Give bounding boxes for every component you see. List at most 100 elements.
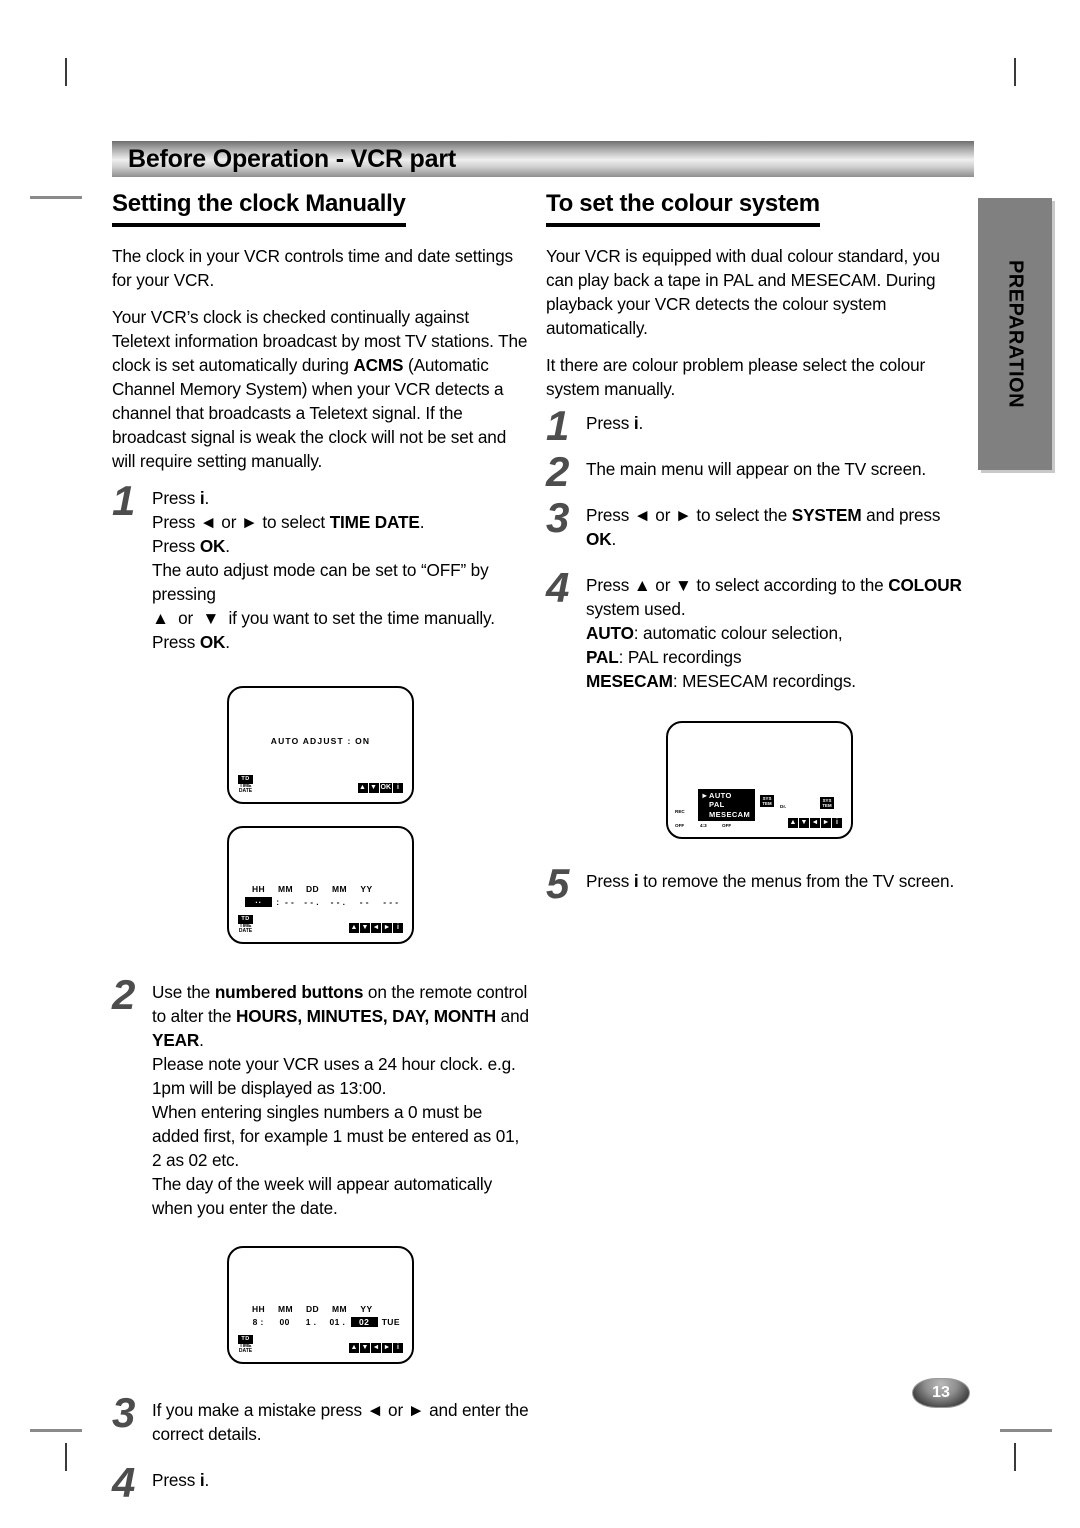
aspect-ratio-label: 4:3 bbox=[700, 823, 707, 828]
screen-time-date-filled: HH MM DD MM YY 8 : 00 1 . 01 . 02 TUE TD… bbox=[227, 1246, 414, 1364]
right-step-5-number: 5 bbox=[546, 860, 570, 907]
osd-key-hints: ▲ ▼ ◄ ► i bbox=[349, 1343, 403, 1353]
info-key-icon: i bbox=[832, 818, 842, 828]
left-step-4-number: 4 bbox=[112, 1459, 136, 1506]
down-arrow-icon: ▼ bbox=[799, 818, 809, 828]
off-label-1: OFF bbox=[675, 822, 685, 828]
up-arrow-icon: ▲ bbox=[349, 923, 359, 933]
value-day: - - - bbox=[383, 897, 399, 907]
right-step-3: 3 Press ◄ or ► to select the SYSTEM and … bbox=[546, 497, 966, 551]
osd-values: 8 : 00 1 . 01 . 02 TUE bbox=[245, 1317, 404, 1327]
left-paragraph-2: Your VCR’s clock is checked continually … bbox=[112, 307, 528, 471]
right-step-4-body: Press ▲ or ▼ to select according to the … bbox=[586, 575, 962, 691]
right-arrow-icon: ► bbox=[382, 1343, 392, 1353]
value-mm: 00 bbox=[279, 1317, 290, 1327]
rec-icon-label: REC bbox=[675, 808, 685, 814]
right-paragraph-2: It there are colour problem please selec… bbox=[546, 355, 926, 399]
osd-headers: HH MM DD MM YY bbox=[245, 1304, 404, 1314]
col-hh: HH bbox=[251, 1304, 266, 1314]
crop-mark-bottom-left bbox=[65, 1443, 67, 1471]
right-column: To set the colour system Your VCR is equ… bbox=[546, 190, 966, 905]
left-paragraph-1: The clock in your VCR controls time and … bbox=[112, 246, 513, 290]
left-arrow-icon: ◄ bbox=[371, 1343, 381, 1353]
left-step-3: 3 If you make a mistake press ◄ or ► and… bbox=[112, 1392, 530, 1446]
screen-colour-system: REC OFF 4:3 OFF ►AUTO PAL MESECAM SYS TEM… bbox=[666, 721, 853, 839]
left-step-1: 1 Press i. Press ◄ or ► to select TIME D… bbox=[112, 480, 530, 654]
selector-arrow-icon: ► bbox=[701, 790, 709, 800]
right-arrow-icon: ► bbox=[382, 923, 392, 933]
right-step-2-body: The main menu will appear on the TV scre… bbox=[586, 459, 927, 479]
osd-time-date-table-filled: HH MM DD MM YY 8 : 00 1 . 01 . 02 TUE bbox=[245, 1304, 404, 1327]
crop-rule-bottom-right bbox=[1000, 1429, 1052, 1432]
value-dd: 1 . bbox=[305, 1317, 317, 1327]
ok-key-icon: OK bbox=[379, 783, 392, 793]
value-hh: 8 : bbox=[252, 1317, 264, 1327]
col-yy: YY bbox=[360, 884, 373, 894]
menu-item-mesecam[interactable]: MESECAM bbox=[701, 810, 750, 820]
dr-icon-label: Dr. bbox=[780, 804, 787, 809]
time-date-badge-line2: DATE bbox=[238, 788, 253, 795]
crop-mark-bottom-right bbox=[1014, 1443, 1016, 1471]
screen-colour-system-wrap: REC OFF 4:3 OFF ►AUTO PAL MESECAM SYS TEM… bbox=[666, 721, 966, 845]
manual-page: Before Operation - VCR part PREPARATION … bbox=[0, 0, 1080, 1528]
col-dd: DD bbox=[305, 884, 320, 894]
side-tab-label: PREPARATION bbox=[1004, 259, 1027, 409]
crop-mark-top-left bbox=[65, 58, 67, 86]
left-step-2-body: Use the numbered buttons on the remote c… bbox=[152, 982, 529, 1218]
right-step-5-body: Press i to remove the menus from the TV … bbox=[586, 871, 955, 891]
menu-item-auto[interactable]: ►AUTO bbox=[701, 791, 750, 801]
left-step-3-number: 3 bbox=[112, 1389, 136, 1436]
left-step-4: 4 Press i. bbox=[112, 1462, 530, 1504]
osd-key-hints: ▲ ▼ ◄ ► i bbox=[349, 923, 403, 933]
value-day: TUE bbox=[381, 1317, 400, 1327]
down-arrow-icon: ▼ bbox=[368, 783, 379, 793]
value-yy-highlight: 02 bbox=[350, 1317, 378, 1327]
time-date-badge-icon: TD TIME DATE bbox=[238, 914, 253, 935]
side-tab-preparation: PREPARATION bbox=[978, 198, 1052, 470]
info-key-icon: i bbox=[393, 923, 403, 933]
left-step-2: 2 Use the numbered buttons on the remote… bbox=[112, 974, 530, 1220]
screen-time-date-empty: HH MM DD MM YY ·· : - - - - . - - . - - … bbox=[227, 826, 414, 944]
colour-system-menu: ►AUTO PAL MESECAM bbox=[698, 788, 756, 821]
right-step-2-number: 2 bbox=[546, 448, 570, 495]
term-acms: ACMS bbox=[353, 355, 404, 375]
osd-time-date-table-empty: HH MM DD MM YY ·· : - - - - . - - . - - … bbox=[245, 884, 404, 907]
value-mm: : - - bbox=[276, 897, 295, 907]
right-step-5: 5 Press i to remove the menus from the T… bbox=[546, 863, 966, 905]
time-date-badge-icon: TD TIME DATE bbox=[238, 1334, 253, 1355]
system-icon-1: SYS TEM bbox=[760, 795, 774, 807]
up-arrow-icon: ▲ bbox=[349, 1343, 359, 1353]
value-mm2: 01 . bbox=[329, 1317, 346, 1327]
up-arrow-icon: ▲ bbox=[788, 818, 798, 828]
left-step-2-note-1: Please note your VCR uses a 24 hour cloc… bbox=[152, 1054, 516, 1098]
right-step-4-number: 4 bbox=[546, 564, 570, 611]
left-step-4-body: Press i. bbox=[152, 1470, 210, 1490]
page-number-badge: 13 bbox=[912, 1378, 970, 1408]
left-step-2-note-3: The day of the week will appear automati… bbox=[152, 1174, 493, 1218]
right-arrow-icon: ► bbox=[821, 818, 831, 828]
info-key-icon: i bbox=[393, 1343, 403, 1353]
left-step-1-body: Press i. Press ◄ or ► to select TIME DAT… bbox=[152, 488, 495, 652]
crop-rule-top-left bbox=[30, 196, 82, 199]
off-label-2: OFF bbox=[722, 823, 732, 828]
left-arrow-icon: ◄ bbox=[371, 923, 381, 933]
col-mm2: MM bbox=[332, 1304, 347, 1314]
right-step-1: 1 Press i. bbox=[546, 405, 966, 447]
osd-key-hints: ▲ ▼ ◄ ► i bbox=[788, 818, 842, 828]
value-yy: - - bbox=[359, 897, 370, 907]
right-step-3-number: 3 bbox=[546, 494, 570, 541]
left-step-3-body: If you make a mistake press ◄ or ► and e… bbox=[152, 1400, 529, 1444]
right-step-4: 4 Press ▲ or ▼ to select according to th… bbox=[546, 567, 966, 693]
down-arrow-icon: ▼ bbox=[360, 923, 370, 933]
crop-rule-bottom-left bbox=[30, 1429, 82, 1432]
value-yy: 02 bbox=[350, 1317, 378, 1327]
osd-key-hints: ▲ ▼ OK i bbox=[357, 783, 403, 793]
menu-item-pal[interactable]: PAL bbox=[701, 800, 750, 810]
page-number-value: 13 bbox=[932, 1384, 950, 1401]
col-mm: MM bbox=[278, 884, 293, 894]
up-arrow-icon: ▲ bbox=[357, 783, 368, 793]
down-arrow-icon: ▼ bbox=[360, 1343, 370, 1353]
right-step-3-body: Press ◄ or ► to select the SYSTEM and pr… bbox=[586, 505, 941, 549]
screen-time-date-empty-wrap: HH MM DD MM YY ·· : - - - - . - - . - - … bbox=[227, 826, 530, 950]
system-icon-2: SYS TEM bbox=[820, 797, 834, 809]
